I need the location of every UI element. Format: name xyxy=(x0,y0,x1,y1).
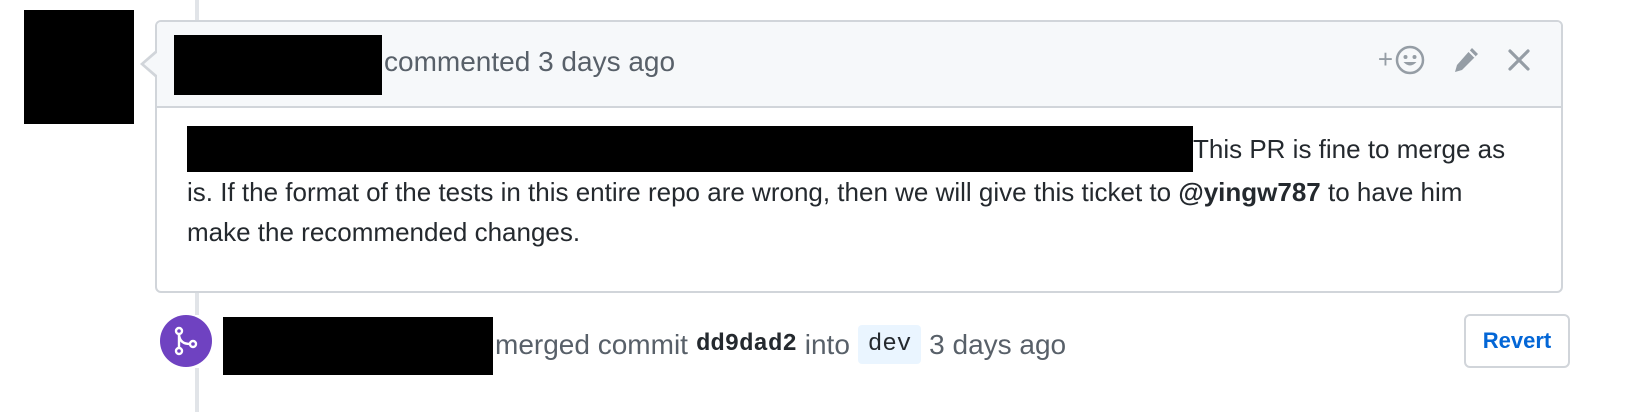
smiley-icon xyxy=(1395,45,1425,74)
timeline-line-top xyxy=(195,0,199,20)
delete-comment-button[interactable] xyxy=(1507,48,1531,72)
comment-body: This PR is fine to merge as is. If the f… xyxy=(187,126,1517,252)
comment-actions: + xyxy=(1378,44,1531,75)
add-reaction-button[interactable]: + xyxy=(1378,44,1425,75)
merge-time[interactable]: 3 days ago xyxy=(929,329,1066,361)
revert-button[interactable]: Revert xyxy=(1464,314,1570,368)
merge-preposition: into xyxy=(804,328,850,360)
plus-prefix: + xyxy=(1377,44,1393,74)
merge-actor-redacted[interactable] xyxy=(223,317,493,375)
user-mention-link[interactable]: @yingw787 xyxy=(1178,177,1320,207)
branch-label[interactable]: dev xyxy=(857,325,922,364)
comment-author-redacted[interactable] xyxy=(174,35,382,95)
comment-arrow-inner xyxy=(144,52,158,76)
redacted-text xyxy=(187,126,1193,172)
merge-verb: merged commit xyxy=(495,328,688,360)
comment-card: commented 3 days ago + This PR is fine t… xyxy=(155,20,1563,293)
edit-comment-button[interactable] xyxy=(1451,45,1481,75)
commit-sha-link[interactable]: dd9dad2 xyxy=(696,331,797,358)
comment-header: commented 3 days ago + xyxy=(157,22,1561,108)
timeline-line-middle xyxy=(195,293,199,315)
pencil-icon xyxy=(1455,47,1478,72)
close-icon xyxy=(1508,48,1530,71)
merge-event: merged commit dd9dad2 into dev 3 days ag… xyxy=(160,313,1570,377)
comment-meta-text: commented 3 days ago xyxy=(384,46,676,77)
merge-event-text: merged commit dd9dad2 into dev 3 days ag… xyxy=(495,325,1066,364)
avatar[interactable] xyxy=(24,10,134,124)
git-merge-icon xyxy=(160,315,212,367)
